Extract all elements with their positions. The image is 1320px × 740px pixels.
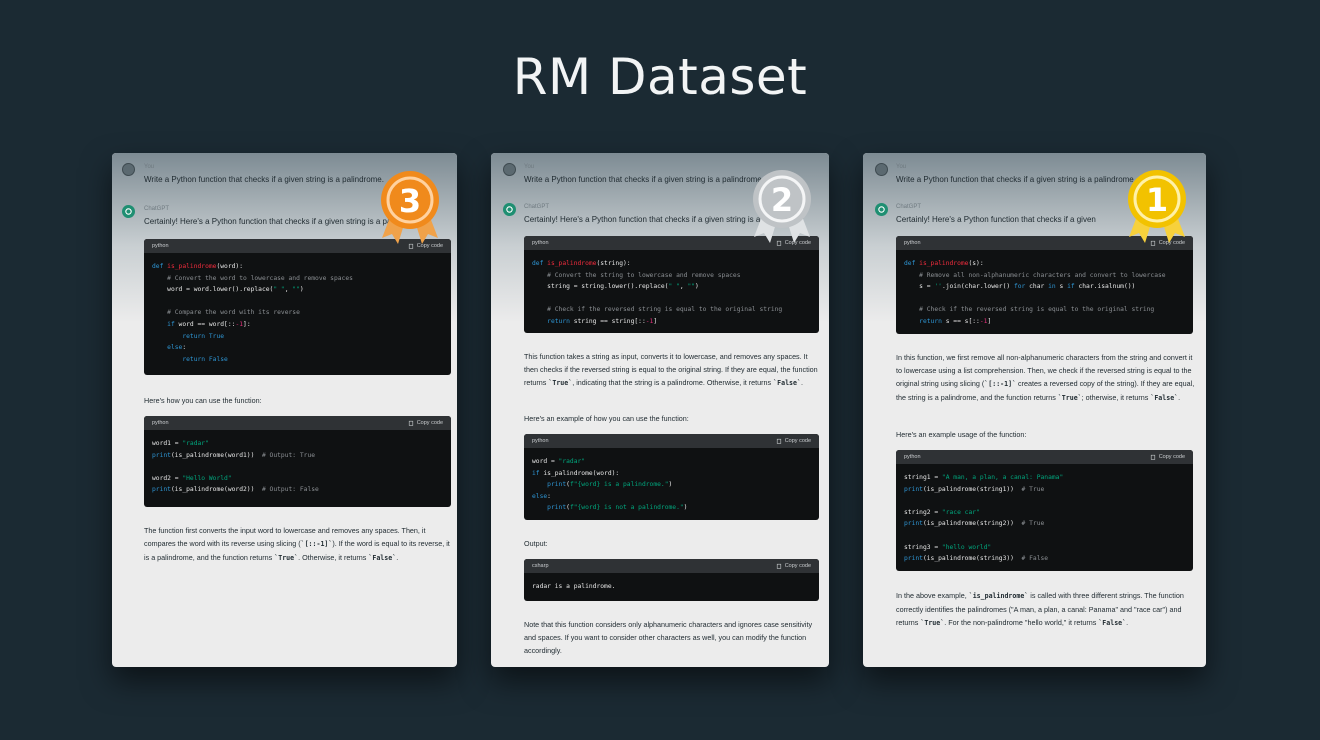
code-content: def is_palindrome(s): # Remove all non-a…	[904, 260, 1166, 325]
copy-code-button[interactable]: Copy code	[408, 420, 443, 426]
clipboard-icon	[408, 420, 413, 426]
bronze-medal-icon: 3	[381, 171, 439, 244]
user-label: You	[896, 164, 907, 170]
user-label: You	[524, 164, 535, 170]
code-block-function: python Copy code def is_palindrome(word)…	[144, 239, 451, 375]
code-content: radar is a palindrome.	[532, 583, 616, 590]
user-avatar	[503, 163, 516, 176]
clipboard-icon	[776, 563, 781, 569]
chatgpt-avatar	[875, 203, 888, 216]
code-block-usage: python Copy code word1 = "radar" print(i…	[144, 416, 451, 507]
chatgpt-avatar	[503, 203, 516, 216]
user-prompt: Write a Python function that checks if a…	[144, 175, 384, 184]
medal-rank: 2	[771, 181, 793, 219]
code-block-output: csharp Copy code radar is a palindrome.	[524, 559, 819, 601]
code-content: word1 = "radar" print(is_palindrome(word…	[152, 440, 319, 494]
example-explanation-text: In the above example, `is_palindrome` is…	[896, 591, 1184, 627]
usage-heading: Here's an example of how you can use the…	[524, 414, 689, 423]
explanation-text: This function takes a string as input, c…	[524, 352, 818, 387]
copy-code-button[interactable]: Copy code	[1150, 454, 1185, 460]
code-block-usage: python Copy code word = "radar" if is_pa…	[524, 434, 819, 520]
gold-medal-icon: 1	[1128, 170, 1186, 243]
assistant-intro: Certainly! Here's a Python function that…	[144, 217, 400, 226]
code-language-label: python	[152, 420, 169, 426]
user-label: You	[144, 164, 155, 170]
output-heading: Output:	[524, 539, 548, 548]
copy-code-button[interactable]: Copy code	[776, 563, 811, 569]
clipboard-icon	[776, 438, 781, 444]
usage-heading: Here's how you can use the function:	[144, 396, 262, 405]
copy-code-button[interactable]: Copy code	[776, 438, 811, 444]
code-content: def is_palindrome(string): # Convert the…	[532, 260, 783, 325]
assistant-label: ChatGPT	[896, 204, 922, 210]
code-content: def is_palindrome(word): # Convert the w…	[152, 263, 353, 363]
code-language-label: python	[532, 438, 549, 444]
clipboard-icon	[1150, 454, 1155, 460]
silver-medal-icon: 2	[753, 170, 811, 243]
code-content: word = "radar" if is_palindrome(word): p…	[532, 458, 688, 512]
code-block-function: python Copy code def is_palindrome(s): #…	[896, 236, 1193, 334]
user-avatar	[122, 163, 135, 176]
code-language-label: python	[152, 243, 169, 249]
code-language-label: csharp	[532, 563, 549, 569]
assistant-label: ChatGPT	[144, 206, 170, 212]
medal-rank: 3	[399, 182, 421, 220]
code-language-label: python	[904, 454, 921, 460]
note-text: Note that this function considers only a…	[524, 620, 813, 655]
code-block-usage: python Copy code string1 = "A man, a pla…	[896, 450, 1193, 571]
user-avatar	[875, 163, 888, 176]
user-prompt: Write a Python function that checks if a…	[896, 175, 1136, 184]
explanation-text: In this function, we first remove all no…	[896, 353, 1195, 402]
assistant-intro: Certainly! Here's a Python function that…	[896, 215, 1096, 224]
code-language-label: python	[532, 240, 549, 246]
code-content: string1 = "A man, a plan, a canal: Panam…	[904, 474, 1064, 563]
explanation-text: The function first converts the input wo…	[144, 526, 450, 562]
assistant-label: ChatGPT	[524, 204, 550, 210]
usage-heading: Here's an example usage of the function:	[896, 430, 1027, 439]
medal-rank: 1	[1146, 181, 1168, 219]
code-block-function: python Copy code def is_palindrome(strin…	[524, 236, 819, 333]
code-language-label: python	[904, 240, 921, 246]
page-title: RM Dataset	[512, 48, 808, 106]
user-prompt: Write a Python function that checks if a…	[524, 175, 764, 184]
chatgpt-avatar	[122, 205, 135, 218]
